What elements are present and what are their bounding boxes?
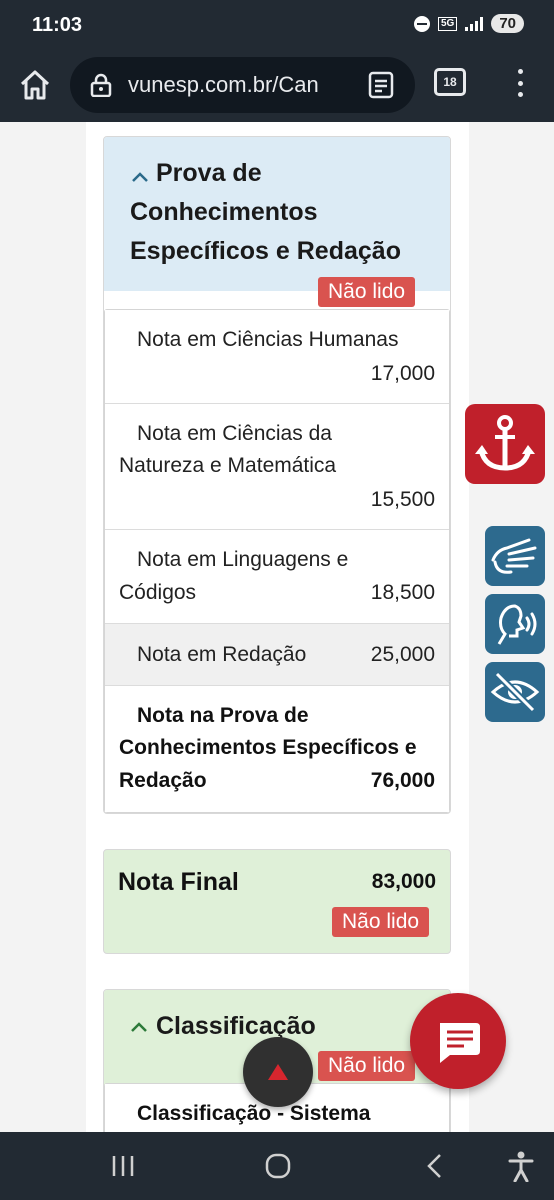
anchor-icon	[475, 415, 535, 471]
back-icon[interactable]	[422, 1152, 446, 1180]
prova-card-title-line2: Conhecimentos	[130, 198, 318, 226]
prova-card-header[interactable]: Prova de Conhecimentos Específicos e Red…	[104, 137, 450, 291]
chat-icon	[440, 1023, 480, 1063]
tab-switcher-button[interactable]: 18	[434, 68, 466, 96]
anchor-button[interactable]	[465, 404, 545, 484]
chat-button[interactable]	[410, 993, 506, 1089]
url-text[interactable]: vunesp.com.br/Can	[128, 72, 360, 98]
row-label: Nota na Prova de	[137, 704, 309, 727]
sign-language-button[interactable]	[485, 526, 545, 586]
prova-conhecimentos-card: Prova de Conhecimentos Específicos e Red…	[103, 136, 451, 814]
signal-icon	[465, 16, 484, 31]
home-nav-icon[interactable]	[264, 1152, 292, 1180]
home-icon	[20, 70, 50, 100]
address-bar[interactable]: vunesp.com.br/Can	[70, 57, 415, 113]
row-label-cont: Conhecimentos Específicos e	[119, 736, 417, 759]
contrast-button[interactable]	[485, 662, 545, 722]
table-row-total: Nota na Prova de Conhecimentos Específic…	[105, 686, 449, 812]
prova-card-title-line3: Específicos e Redação	[130, 237, 401, 265]
status-badge: Não lido	[332, 907, 430, 937]
row-label: Nota em Redação	[137, 643, 307, 666]
recent-apps-icon[interactable]	[110, 1154, 136, 1178]
table-row: Nota em Ciências da Natureza e Matemátic…	[105, 404, 449, 530]
lock-icon	[90, 73, 112, 97]
row-label-cont: Códigos	[119, 581, 197, 604]
status-badge: Não lido	[318, 1051, 416, 1081]
battery-level: 70	[491, 14, 524, 33]
row-label: Nota em Ciências da	[137, 422, 332, 445]
system-navigation-bar	[0, 1132, 554, 1200]
row-value: 25,000	[370, 643, 435, 666]
reader-mode-icon[interactable]	[368, 71, 394, 99]
browser-menu-button[interactable]	[510, 66, 530, 100]
speech-icon	[497, 604, 537, 645]
eye-slash-icon	[490, 671, 540, 713]
row-label-cont: Natureza e Matemática	[119, 454, 337, 477]
status-badge: Não lido	[318, 277, 416, 307]
nota-final-value: 83,000	[371, 870, 436, 893]
sign-language-icon	[491, 538, 537, 574]
row-value: 18,500	[370, 581, 435, 604]
prova-notes-table: Nota em Ciências Humanas 17,000 Nota em …	[104, 309, 450, 813]
table-row: Nota em Linguagens e Códigos 18,500	[105, 530, 449, 624]
chevron-up-icon[interactable]	[131, 171, 149, 183]
table-row: Nota em Ciências Humanas 17,000	[105, 310, 449, 404]
chevron-up-icon[interactable]	[130, 1021, 148, 1033]
row-value: 76,000	[370, 769, 435, 792]
scroll-top-button[interactable]	[243, 1037, 313, 1107]
status-icons: 5G 70	[413, 14, 524, 33]
status-bar: 11:03 5G 70	[0, 0, 554, 52]
arrow-up-icon	[268, 1064, 288, 1080]
table-row: Nota em Redação 25,000	[105, 624, 449, 686]
clock: 11:03	[32, 14, 83, 36]
prova-card-title-line1: Prova de	[156, 159, 262, 187]
nota-final-card: Nota Final 83,000 Não lido	[103, 849, 451, 954]
row-label: Nota em Linguagens e	[137, 548, 349, 571]
row-value: 17,000	[370, 362, 435, 385]
nota-final-title: Nota Final	[118, 868, 239, 896]
network-type: 5G	[437, 16, 458, 31]
browser-toolbar: vunesp.com.br/Can 18	[0, 52, 554, 122]
row-label-cont: Redação	[119, 769, 207, 792]
do-not-disturb-icon	[413, 15, 430, 32]
row-label: Nota em Ciências Humanas	[137, 328, 399, 351]
page-content: Prova de Conhecimentos Específicos e Red…	[0, 122, 554, 1132]
home-button[interactable]	[14, 64, 56, 106]
voice-reader-button[interactable]	[485, 594, 545, 654]
row-value: 15,500	[370, 488, 435, 511]
accessibility-icon[interactable]	[506, 1150, 536, 1182]
